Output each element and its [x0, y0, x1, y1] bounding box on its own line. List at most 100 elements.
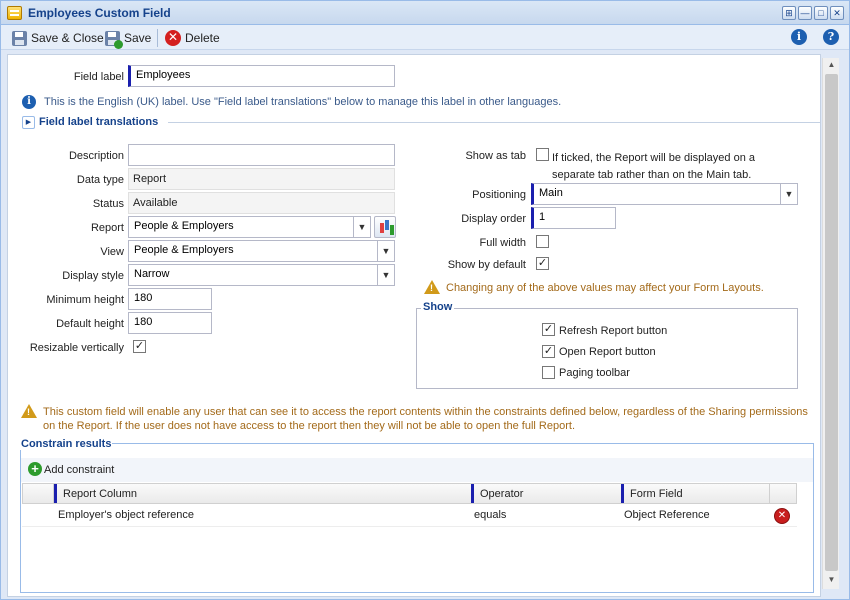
description-label: Description: [68, 150, 124, 162]
column-report-column[interactable]: Report Column: [54, 484, 470, 503]
default-height-label: Default height: [56, 318, 124, 330]
save-icon: [12, 30, 27, 46]
delete-button[interactable]: ✕ Delete: [165, 29, 220, 47]
save-close-label: Save & Close: [31, 31, 104, 45]
help-icon[interactable]: ?: [823, 29, 839, 45]
show-as-tab-desc-line2: separate tab rather than on the Main tab…: [552, 169, 752, 181]
chevron-down-icon[interactable]: ▼: [377, 265, 394, 285]
label-language-note: This is the English (UK) label. Use "Fie…: [44, 96, 562, 108]
pin-icon[interactable]: ⊞: [782, 6, 796, 20]
maximize-button[interactable]: □: [814, 6, 828, 20]
data-type-label: Data type: [76, 174, 124, 186]
show-as-tab-checkbox[interactable]: [536, 148, 549, 161]
display-order-input[interactable]: 1: [531, 207, 616, 229]
description-input[interactable]: [128, 144, 395, 166]
expand-translations-icon[interactable]: ▶: [22, 116, 35, 129]
minimize-button[interactable]: —: [798, 6, 812, 20]
show-by-default-label: Show by default: [447, 259, 526, 271]
constraints-toolbar: [21, 458, 813, 482]
default-height-input[interactable]: 180: [128, 312, 212, 334]
remove-constraint-icon[interactable]: ✕: [774, 508, 790, 524]
custom-field-window: Employees Custom Field ⊞ — □ ✕ Save & Cl…: [0, 0, 850, 600]
row-operator: equals: [474, 509, 507, 521]
save-button[interactable]: Save: [105, 29, 152, 49]
access-warning-line2: on the Report. If the user does not have…: [43, 420, 575, 432]
column-operator[interactable]: Operator: [471, 484, 621, 503]
report-label: Report: [90, 222, 124, 234]
status-value: Available: [128, 192, 395, 214]
custom-field-icon: [7, 6, 22, 20]
resizable-label: Resizable vertically: [29, 342, 124, 354]
grid-col-separator: [769, 484, 770, 503]
constrain-results-title: Constrain results: [20, 438, 113, 450]
open-report-icon[interactable]: [374, 216, 396, 238]
status-label: Status: [92, 198, 124, 210]
refresh-report-checkbox[interactable]: ✓: [542, 323, 555, 336]
access-warning-line1: This custom field will enable any user t…: [43, 406, 808, 418]
chevron-down-icon[interactable]: ▼: [780, 184, 797, 204]
save-label: Save: [124, 31, 152, 45]
view-label: View: [100, 246, 124, 258]
report-value: People & Employers: [134, 220, 234, 232]
view-value: People & Employers: [134, 244, 234, 256]
translations-header[interactable]: Field label translations: [39, 116, 158, 128]
resizable-checkbox[interactable]: ✓: [133, 340, 146, 353]
positioning-value: Main: [539, 187, 563, 199]
scroll-down-icon[interactable]: ▼: [823, 575, 840, 584]
info-icon: i: [22, 95, 36, 109]
positioning-label: Positioning: [472, 189, 526, 201]
toolbar: Save & Close Save ✕ Delete i ?: [1, 25, 849, 50]
open-report-label: Open Report button: [559, 346, 656, 358]
add-icon[interactable]: +: [28, 462, 42, 476]
refresh-report-label: Refresh Report button: [559, 325, 668, 337]
paging-toolbar-label: Paging toolbar: [559, 367, 630, 379]
chevron-down-icon[interactable]: ▼: [377, 241, 394, 261]
display-style-label: Display style: [62, 270, 124, 282]
info-icon[interactable]: i: [791, 29, 807, 45]
report-combo[interactable]: People & Employers ▼: [128, 216, 371, 238]
min-height-input[interactable]: 180: [128, 288, 212, 310]
show-legend: Show: [421, 301, 455, 313]
layout-change-warning: Changing any of the above values may aff…: [446, 282, 764, 294]
grid-header: Report Column Operator Form Field: [22, 483, 797, 504]
title-bar: Employees Custom Field ⊞ — □ ✕: [1, 1, 849, 25]
show-as-tab-desc-line1: If ticked, the Report will be displayed …: [552, 152, 756, 164]
constrain-results-panel: + Add constraint Report Column Operator …: [20, 443, 814, 593]
delete-label: Delete: [185, 31, 220, 45]
open-report-checkbox[interactable]: ✓: [542, 345, 555, 358]
row-form-field: Object Reference: [624, 509, 710, 521]
save-close-button[interactable]: Save & Close: [12, 29, 104, 47]
window-title: Employees Custom Field: [28, 6, 171, 20]
scroll-up-icon[interactable]: ▲: [823, 60, 840, 69]
delete-icon: ✕: [165, 30, 181, 46]
view-combo[interactable]: People & Employers ▼: [128, 240, 395, 262]
table-row[interactable]: Employer's object reference equals Objec…: [22, 504, 797, 527]
field-label-label: Field label: [73, 71, 124, 83]
display-order-label: Display order: [461, 213, 526, 225]
toolbar-separator: [157, 29, 158, 47]
min-height-label: Minimum height: [46, 294, 124, 306]
warning-icon: !: [21, 404, 37, 418]
scrollbar-thumb[interactable]: [825, 74, 838, 571]
positioning-combo[interactable]: Main ▼: [531, 183, 798, 205]
paging-toolbar-checkbox[interactable]: [542, 366, 555, 379]
display-style-combo[interactable]: Narrow ▼: [128, 264, 395, 286]
full-width-label: Full width: [479, 237, 526, 249]
data-type-value: Report: [128, 168, 395, 190]
display-style-value: Narrow: [134, 268, 170, 280]
vertical-scrollbar[interactable]: ▲ ▼: [822, 58, 839, 589]
field-label-input[interactable]: Employees: [128, 65, 395, 87]
form-panel: Field label Employees i This is the Engl…: [7, 54, 821, 597]
row-report-column: Employer's object reference: [58, 509, 194, 521]
add-constraint-button[interactable]: Add constraint: [44, 464, 114, 476]
warning-icon: !: [424, 280, 440, 294]
chevron-down-icon[interactable]: ▼: [353, 217, 370, 237]
full-width-checkbox[interactable]: [536, 235, 549, 248]
show-by-default-checkbox[interactable]: ✓: [536, 257, 549, 270]
column-form-field[interactable]: Form Field: [621, 484, 769, 503]
close-button[interactable]: ✕: [830, 6, 844, 20]
show-as-tab-description: If ticked, the Report will be displayed …: [552, 150, 755, 184]
save-icon: [105, 30, 123, 49]
translations-divider: [168, 122, 820, 123]
show-as-tab-label: Show as tab: [465, 150, 526, 162]
